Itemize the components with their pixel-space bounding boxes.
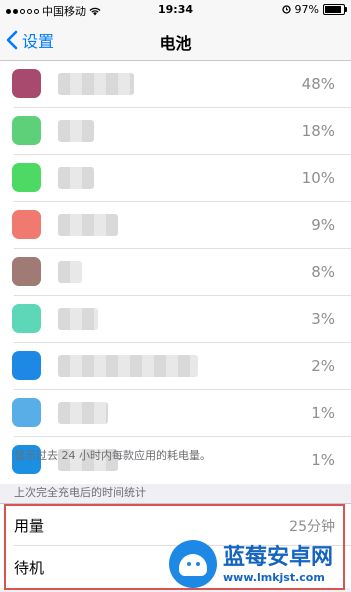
app-name-redacted	[58, 261, 82, 283]
usage-percent: 8%	[311, 263, 335, 281]
app-icon	[12, 116, 41, 145]
app-name-redacted	[58, 73, 134, 95]
app-name-redacted	[58, 308, 98, 330]
usage-percent: 1%	[311, 404, 335, 422]
status-bar: 中国移动 19:34 97%	[0, 0, 351, 20]
usage-percent: 3%	[311, 310, 335, 328]
list-item[interactable]: 2%	[0, 343, 351, 390]
list-item[interactable]: 10%	[0, 155, 351, 202]
standby-label: 待机	[14, 559, 45, 577]
status-right: 97%	[281, 3, 347, 16]
app-name-redacted	[58, 120, 94, 142]
app-name-redacted	[58, 214, 118, 236]
usage-percent: 1%	[311, 451, 335, 469]
battery-icon	[323, 4, 347, 15]
app-name-redacted	[58, 167, 94, 189]
watermark-title: 蓝莓安卓网	[223, 544, 334, 570]
app-icon	[12, 69, 41, 98]
watermark-text: 蓝莓安卓网 www.lmkjst.com	[223, 545, 333, 584]
list-item[interactable]: 1%	[0, 390, 351, 437]
list-item[interactable]: 18%	[0, 108, 351, 155]
list-item[interactable]: 9%	[0, 202, 351, 249]
list-item[interactable]: 3%	[0, 296, 351, 343]
usage-percent: 9%	[311, 216, 335, 234]
usage-percent: 2%	[311, 357, 335, 375]
app-icon	[12, 163, 41, 192]
list-item[interactable]: 8%	[0, 249, 351, 296]
usage-percent: 18%	[301, 122, 335, 140]
watermark-url: www.lmkjst.com	[223, 570, 325, 584]
app-icon	[12, 210, 41, 239]
app-icon	[12, 398, 41, 427]
section-header: 上次完全充电后的时间统计	[14, 486, 146, 499]
usage-percent: 48%	[301, 75, 335, 93]
usage-footnote: 显示过去 24 小时内每款应用的耗电量。	[14, 449, 211, 462]
alarm-icon	[281, 5, 291, 14]
app-icon	[12, 351, 41, 380]
list-item[interactable]: 48%	[0, 61, 351, 108]
page-title: 电池	[159, 34, 192, 53]
watermark: 蓝莓安卓网 www.lmkjst.com	[169, 538, 347, 590]
app-name-redacted	[58, 402, 108, 424]
navigation-bar: 设置 电池	[0, 20, 351, 61]
app-usage-list: 48% 18% 10% 9% 8% 3% 2% 1% 1%	[0, 61, 351, 484]
battery-percent: 97%	[294, 3, 319, 16]
watermark-logo-icon	[169, 540, 217, 588]
usage-value: 25分钟	[289, 519, 335, 535]
usage-label: 用量	[14, 517, 45, 535]
app-name-redacted	[58, 355, 198, 377]
usage-percent: 10%	[301, 169, 335, 187]
app-icon	[12, 304, 41, 333]
app-icon	[12, 257, 41, 286]
